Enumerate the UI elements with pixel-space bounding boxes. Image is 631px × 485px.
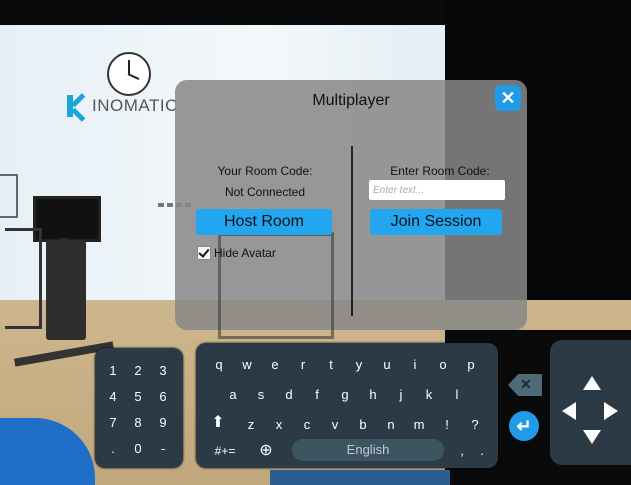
equipment-tower: [46, 240, 86, 340]
key-r[interactable]: r: [295, 357, 311, 373]
arrow-right-icon[interactable]: [604, 402, 618, 420]
key-x[interactable]: x: [271, 417, 287, 433]
key-6[interactable]: 6: [155, 389, 171, 405]
arrow-up-icon[interactable]: [583, 376, 601, 390]
key-comma[interactable]: ,: [454, 443, 470, 459]
clock-icon: [107, 52, 151, 96]
key-n[interactable]: n: [383, 417, 399, 433]
key-dot[interactable]: .: [105, 441, 121, 457]
logo: INOMATIC: [64, 91, 178, 122]
key-question[interactable]: ?: [467, 417, 483, 433]
hide-avatar-toggle[interactable]: Hide Avatar: [197, 246, 276, 260]
qwerty-keyboard: q w e r t y u i o p a s d f g h j k l ⬆ …: [196, 343, 498, 468]
your-room-code-label: Your Room Code:: [217, 164, 313, 178]
key-m[interactable]: m: [411, 417, 427, 433]
key-s[interactable]: s: [253, 387, 269, 403]
key-0[interactable]: 0: [130, 441, 146, 457]
panel-title: Multiplayer: [312, 92, 390, 109]
key-q[interactable]: q: [211, 357, 227, 373]
key-8[interactable]: 8: [130, 415, 146, 431]
room-code-input[interactable]: [369, 180, 505, 200]
key-exclamation[interactable]: !: [439, 417, 455, 433]
key-b[interactable]: b: [355, 417, 371, 433]
key-w[interactable]: w: [239, 357, 255, 373]
blue-strip: [270, 470, 450, 485]
key-h[interactable]: h: [365, 387, 381, 403]
panel-divider: [351, 146, 353, 316]
host-room-button[interactable]: Host Room: [196, 209, 332, 235]
logo-icon: [64, 93, 90, 122]
key-minus[interactable]: -: [155, 441, 171, 457]
numpad: 1 2 3 4 5 6 7 8 9 . 0 -: [95, 348, 183, 468]
globe-icon[interactable]: ⊕: [258, 443, 274, 459]
key-t[interactable]: t: [323, 357, 339, 373]
close-button[interactable]: ✕: [495, 85, 521, 111]
key-9[interactable]: 9: [155, 415, 171, 431]
key-z[interactable]: z: [243, 417, 259, 433]
arrow-down-icon[interactable]: [583, 430, 601, 444]
key-y[interactable]: y: [351, 357, 367, 373]
key-i[interactable]: i: [407, 357, 423, 373]
hide-avatar-label: Hide Avatar: [214, 246, 276, 260]
join-session-button[interactable]: Join Session: [370, 209, 502, 235]
key-7[interactable]: 7: [105, 415, 121, 431]
key-period[interactable]: .: [474, 443, 490, 459]
key-4[interactable]: 4: [105, 389, 121, 405]
space-bar[interactable]: English: [292, 439, 444, 461]
shift-icon[interactable]: ⬆: [210, 415, 226, 431]
key-j[interactable]: j: [393, 387, 409, 403]
key-5[interactable]: 5: [130, 389, 146, 405]
key-3[interactable]: 3: [155, 363, 171, 379]
room-code-value: Not Connected: [224, 185, 306, 199]
close-icon: ✕: [500, 88, 516, 108]
key-a[interactable]: a: [225, 387, 241, 403]
key-o[interactable]: o: [435, 357, 451, 373]
key-f[interactable]: f: [309, 387, 325, 403]
wall-shelf: [0, 174, 18, 218]
enter-button[interactable]: ↵: [509, 411, 539, 441]
logo-text: INOMATIC: [92, 96, 178, 115]
key-p[interactable]: p: [463, 357, 479, 373]
enter-icon: ↵: [516, 416, 532, 436]
enter-room-code-label: Enter Room Code:: [390, 164, 490, 178]
key-2[interactable]: 2: [130, 363, 146, 379]
key-d[interactable]: d: [281, 387, 297, 403]
key-e[interactable]: e: [267, 357, 283, 373]
checkbox-icon[interactable]: [197, 246, 211, 260]
arrow-left-icon[interactable]: [562, 402, 576, 420]
key-g[interactable]: g: [337, 387, 353, 403]
equipment-rack: [5, 228, 42, 329]
key-c[interactable]: c: [299, 417, 315, 433]
key-1[interactable]: 1: [105, 363, 121, 379]
monitor: [33, 196, 101, 242]
multiplayer-panel: Multiplayer ✕ Your Room Code: Not Connec…: [175, 80, 527, 339]
key-k[interactable]: k: [421, 387, 437, 403]
backspace-icon: ✕: [520, 376, 532, 392]
key-u[interactable]: u: [379, 357, 395, 373]
key-l[interactable]: l: [449, 387, 465, 403]
key-v[interactable]: v: [327, 417, 343, 433]
dpad: [550, 340, 631, 465]
symbols-key[interactable]: #+=: [210, 443, 240, 459]
